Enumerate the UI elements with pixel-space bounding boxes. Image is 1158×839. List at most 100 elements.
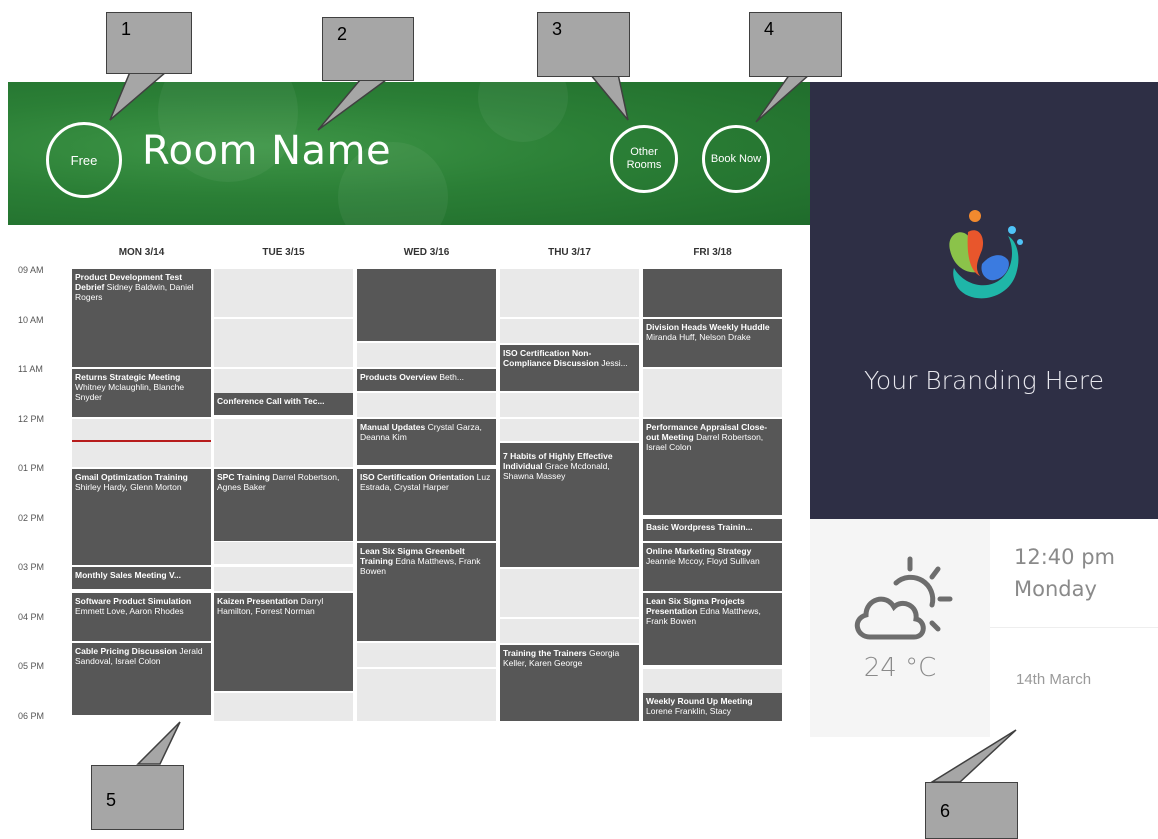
hour-label: 05 PM (18, 661, 45, 671)
empty-slot[interactable] (643, 669, 782, 693)
event-title: Kaizen Presentation (217, 596, 299, 606)
empty-slot[interactable] (72, 419, 211, 467)
empty-slot[interactable] (214, 693, 353, 721)
event-block[interactable]: Returns Strategic Meeting Whitney Mclaug… (72, 369, 211, 417)
hour-label: 02 PM (18, 513, 45, 523)
hour-label: 04 PM (18, 612, 45, 622)
empty-slot[interactable] (357, 393, 496, 417)
empty-slot[interactable] (500, 569, 639, 617)
temperature-readout: 24 °C (863, 653, 937, 683)
event-attendees: Jessi... (601, 358, 628, 368)
event-block[interactable]: ISO Certification Orientation Luz Estrad… (357, 469, 496, 541)
branding-text: Your Branding Here (863, 366, 1105, 395)
current-date: 14th March (1016, 671, 1092, 688)
event-title: Monthly Sales Meeting V... (75, 570, 181, 580)
event-block[interactable] (357, 269, 496, 341)
empty-slot[interactable] (500, 319, 639, 343)
event-attendees: Lorene Franklin, Stacy (646, 706, 732, 716)
event-block[interactable]: Gmail Optimization Training Shirley Hard… (72, 469, 211, 565)
event-block[interactable]: Monthly Sales Meeting V... (72, 567, 211, 589)
book-now-label: Book Now (710, 152, 762, 165)
event-block[interactable] (643, 269, 782, 317)
event-title: Cable Pricing Discussion (75, 646, 178, 656)
event-attendees: Jeannie Mccoy, Floyd Sullivan (646, 556, 760, 566)
event-attendees: Emmett Love, Aaron Rhodes (75, 606, 184, 616)
event-attendees: Shirley Hardy, Glenn Morton (75, 482, 182, 492)
other-rooms-button[interactable]: Other Rooms (610, 125, 678, 193)
hour-label: 01 PM (18, 463, 45, 473)
event-block[interactable]: Weekly Round Up Meeting Lorene Franklin,… (643, 693, 782, 721)
event-title: Basic Wordpress Trainin... (646, 522, 753, 532)
other-rooms-label: Other Rooms (626, 146, 662, 171)
callout-1: 1 (106, 12, 192, 74)
event-block[interactable]: Product Development Test Debrief Sidney … (72, 269, 211, 367)
empty-slot[interactable] (214, 542, 353, 564)
callout-6: 6 (925, 782, 1018, 839)
current-time: 12:40 pm (1014, 545, 1115, 569)
hour-label: 10 AM (18, 315, 44, 325)
event-block[interactable]: Performance Appraisal Close-out Meeting … (643, 419, 782, 515)
day-header-fri: FRI 3/18 (693, 247, 732, 258)
room-header: Free Room Name Other Rooms Book Now (8, 82, 810, 225)
empty-slot[interactable] (214, 369, 353, 393)
event-attendees: Beth... (439, 372, 464, 382)
empty-slot[interactable] (214, 567, 353, 591)
empty-slot[interactable] (357, 643, 496, 667)
event-title: Gmail Optimization Training (75, 472, 188, 482)
event-title: Weekly Round Up Meeting (646, 696, 753, 706)
event-block[interactable]: SPC Training Darrel Robertson, Agnes Bak… (214, 469, 353, 541)
event-title: Products Overview (360, 372, 438, 382)
event-block[interactable]: 7 Habits of Highly Effective Individual … (500, 443, 639, 567)
event-block[interactable]: Division Heads Weekly Huddle Miranda Huf… (643, 319, 782, 367)
event-block[interactable]: Kaizen Presentation Darryl Hamilton, For… (214, 593, 353, 691)
event-title: SPC Training (217, 472, 270, 482)
event-block[interactable]: Lean Six Sigma Projects Presentation Edn… (643, 593, 782, 665)
event-block[interactable]: Lean Six Sigma Greenbelt Training Edna M… (357, 543, 496, 641)
event-attendees: Miranda Huff, Nelson Drake (646, 332, 751, 342)
empty-slot[interactable] (214, 319, 353, 367)
weather-panel: 24 °C (810, 519, 990, 737)
event-block[interactable]: Manual Updates Crystal Garza, Deanna Kim (357, 419, 496, 465)
branding-panel: Your Branding Here (810, 82, 1158, 519)
hour-label: 11 AM (18, 364, 43, 374)
empty-slot[interactable] (500, 393, 639, 417)
event-block[interactable]: Software Product Simulation Emmett Love,… (72, 593, 211, 641)
header-bokeh (478, 82, 568, 142)
current-time-indicator (72, 440, 211, 442)
room-status-label: Free (70, 152, 98, 168)
clock-panel: 12:40 pm Monday 14th March (990, 519, 1158, 737)
empty-slot[interactable] (500, 619, 639, 643)
event-block[interactable]: Conference Call with Tec... (214, 393, 353, 415)
day-header-wed: WED 3/16 (403, 247, 450, 258)
empty-slot[interactable] (500, 269, 639, 317)
event-block[interactable]: Cable Pricing Discussion Jerald Sandoval… (72, 643, 211, 715)
hour-label: 09 AM (18, 265, 44, 275)
calendar-panel: MON 3/14 TUE 3/15 WED 3/16 THU 3/17 FRI … (8, 225, 810, 737)
empty-slot[interactable] (500, 419, 639, 441)
event-block[interactable]: ISO Certification Non-Compliance Discuss… (500, 345, 639, 391)
event-block[interactable]: Products Overview Beth... (357, 369, 496, 391)
day-header-mon: MON 3/14 (118, 247, 165, 258)
hour-label: 12 PM (18, 414, 45, 424)
event-title: Training the Trainers (503, 648, 587, 658)
event-title: Online Marketing Strategy (646, 546, 752, 556)
event-block[interactable]: Online Marketing Strategy Jeannie Mccoy,… (643, 543, 782, 591)
day-header-thu: THU 3/17 (548, 247, 591, 258)
event-title: ISO Certification Non-Compliance Discuss… (503, 348, 599, 368)
event-title: Conference Call with Tec... (217, 396, 325, 406)
event-title: ISO Certification Orientation (360, 472, 475, 482)
empty-slot[interactable] (643, 369, 782, 417)
event-attendees: Whitney Mclaughlin, Blanche Snyder (75, 382, 185, 402)
book-now-button[interactable]: Book Now (702, 125, 770, 193)
empty-slot[interactable] (357, 343, 496, 367)
callout-4: 4 (749, 12, 842, 77)
event-block[interactable]: Basic Wordpress Trainin... (643, 519, 782, 541)
hour-label: 03 PM (18, 562, 45, 572)
day-header-tue: TUE 3/15 (262, 247, 305, 258)
partly-cloudy-icon (854, 556, 953, 640)
empty-slot[interactable] (214, 419, 353, 467)
event-title: Software Product Simulation (75, 596, 192, 606)
empty-slot[interactable] (214, 269, 353, 317)
event-block[interactable]: Training the Trainers Georgia Keller, Ka… (500, 645, 639, 721)
empty-slot[interactable] (357, 669, 496, 721)
